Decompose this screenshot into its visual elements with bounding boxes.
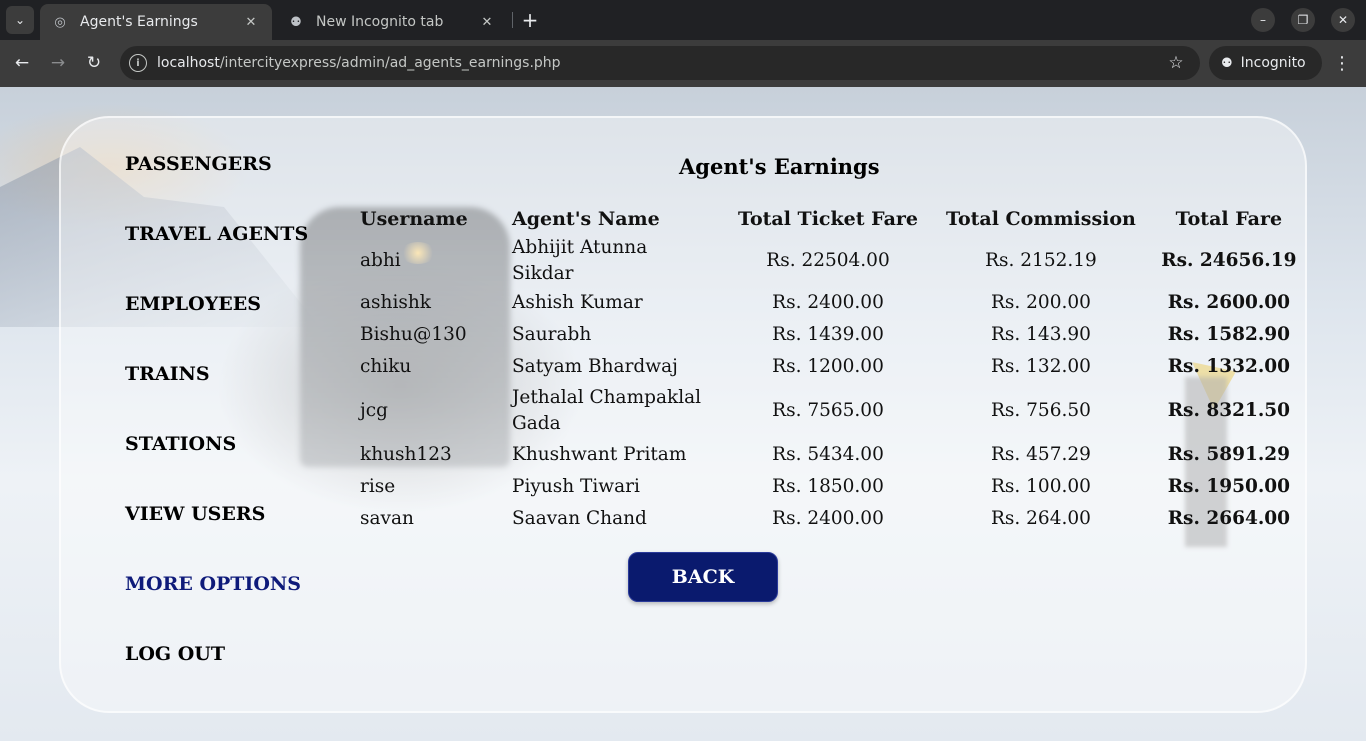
cell-total-ticket-fare: Rs. 1850.00 [772,476,884,497]
restore-icon[interactable]: ❐ [1291,8,1315,32]
table-row: savan Saavan Chand Rs. 2400.00 Rs. 264.0… [352,503,1314,535]
globe-icon: ◎ [54,14,66,30]
cell-total-commission: Rs. 100.00 [990,476,1091,497]
cell-total-fare: Rs. 5891.29 [1167,444,1291,465]
cell-total-commission: Rs. 2152.19 [985,250,1097,271]
cell-agent-name: Saurabh [512,324,592,345]
page-viewport: PASSENGERS TRAVEL AGENTS EMPLOYEES TRAIN… [0,87,1366,741]
cell-agent-name: Ashish Kumar [512,292,643,313]
nav-passengers[interactable]: PASSENGERS [125,153,272,175]
header-total-commission: Total Commission [946,208,1136,230]
table-row: ashishk Ashish Kumar Rs. 2400.00 Rs. 200… [352,287,1314,319]
tab-strip: ⌄ ◎ Agent's Earnings ✕ ⚉ New Incognito t… [0,0,1366,40]
url-text[interactable]: localhost/intercityexpress/admin/ad_agen… [157,55,1166,71]
cell-total-commission: Rs. 143.90 [990,324,1091,345]
nav-employees[interactable]: EMPLOYEES [125,293,261,315]
nav-view-users[interactable]: VIEW USERS [125,503,265,525]
cell-agent-name: Satyam Bhardwaj [512,356,678,377]
cell-total-commission: Rs. 132.00 [990,356,1091,377]
header-agent-name: Agent's Name [512,208,660,230]
minimize-icon[interactable]: – [1251,8,1275,32]
cell-username: rise [360,476,396,497]
cell-total-commission: Rs. 756.50 [990,400,1091,421]
table-row: jcg Jethalal Champaklal Gada Rs. 7565.00… [352,383,1314,439]
header-total-fare: Total Fare [1175,208,1283,230]
tab-title: Agent's Earnings [80,14,198,30]
url-host: localhost [157,55,220,71]
cell-agent-name: Saavan Chand [512,508,647,529]
close-tab-icon[interactable]: ✕ [242,13,260,31]
cell-total-commission: Rs. 264.00 [990,508,1091,529]
nav-stations[interactable]: STATIONS [125,433,236,455]
cell-username: chiku [360,356,412,377]
cell-total-ticket-fare: Rs. 22504.00 [766,250,890,271]
close-window-icon[interactable]: ✕ [1331,8,1355,32]
cell-total-ticket-fare: Rs. 2400.00 [772,292,884,313]
cell-agent-name: Khushwant Pritam [512,444,687,465]
incognito-icon: ⚉ [1221,55,1233,71]
cell-username: abhi [360,250,401,271]
cell-username: ashishk [360,292,431,313]
browser-toolbar: ← → ↻ i localhost/intercityexpress/admin… [0,40,1366,87]
cell-total-fare: Rs. 1582.90 [1167,324,1291,345]
cell-total-commission: Rs. 457.29 [990,444,1091,465]
table-row: chiku Satyam Bhardwaj Rs. 1200.00 Rs. 13… [352,351,1314,383]
cell-total-fare: Rs. 1332.00 [1167,356,1291,377]
incognito-label: Incognito [1240,55,1306,71]
nav-log-out[interactable]: LOG OUT [125,643,225,665]
cell-total-fare: Rs. 2664.00 [1167,508,1291,529]
cell-username: khush123 [360,444,452,465]
header-username: Username [360,208,468,230]
cell-total-fare: Rs. 8321.50 [1167,400,1291,421]
tab-divider [512,12,513,28]
address-bar[interactable]: i localhost/intercityexpress/admin/ad_ag… [120,46,1200,80]
cell-total-ticket-fare: Rs. 1439.00 [772,324,884,345]
cell-username: Bishu@130 [360,324,467,345]
incognito-badge[interactable]: ⚉ Incognito [1209,46,1322,80]
nav-trains[interactable]: TRAINS [125,363,210,385]
tab-title: New Incognito tab [316,14,444,30]
incognito-icon: ⚉ [290,14,302,30]
page-title: Agent's Earnings [679,154,880,179]
bookmark-star-icon[interactable]: ☆ [1166,53,1186,73]
cell-total-commission: Rs. 200.00 [990,292,1091,313]
header-total-ticket-fare: Total Ticket Fare [738,208,918,230]
table-row: Bishu@130 Saurabh Rs. 1439.00 Rs. 143.90… [352,319,1314,351]
cell-agent-name: Piyush Tiwari [512,476,640,497]
new-tab-plus-icon[interactable]: + [518,8,542,32]
table-row: abhi Abhijit Atunna Sikdar Rs. 22504.00 … [352,235,1314,287]
cell-total-fare: Rs. 2600.00 [1167,292,1291,313]
url-path: /intercityexpress/admin/ad_agents_earnin… [219,55,561,71]
tab-agents-earnings[interactable]: ◎ Agent's Earnings ✕ [40,4,272,40]
cell-total-ticket-fare: Rs. 2400.00 [772,508,884,529]
table-header-row: Username Agent's Name Total Ticket Fare … [352,203,1314,235]
browser-menu-icon[interactable]: ⋮ [1332,50,1352,76]
table-row: rise Piyush Tiwari Rs. 1850.00 Rs. 100.0… [352,471,1314,503]
nav-more-options[interactable]: MORE OPTIONS [125,573,301,595]
cell-total-ticket-fare: Rs. 5434.00 [772,444,884,465]
cell-total-fare: Rs. 24656.19 [1161,250,1297,271]
site-info-icon[interactable]: i [129,54,147,72]
nav-travel-agents[interactable]: TRAVEL AGENTS [125,223,308,245]
cell-total-fare: Rs. 1950.00 [1167,476,1291,497]
back-arrow-icon[interactable]: ← [9,50,35,76]
cell-total-ticket-fare: Rs. 1200.00 [772,356,884,377]
tab-new-incognito[interactable]: ⚉ New Incognito tab ✕ [276,4,508,40]
cell-username: savan [360,508,414,529]
cell-agent-name: Jethalal Champaklal Gada [512,387,702,434]
cell-username: jcg [360,400,388,421]
forward-arrow-icon[interactable]: → [45,50,71,76]
table-row: khush123 Khushwant Pritam Rs. 5434.00 Rs… [352,439,1314,471]
back-button[interactable]: BACK [628,552,778,602]
agent-earnings-table: Username Agent's Name Total Ticket Fare … [352,203,1314,535]
reload-icon[interactable]: ↻ [81,50,107,76]
cell-total-ticket-fare: Rs. 7565.00 [772,400,884,421]
cell-agent-name: Abhijit Atunna Sikdar [512,237,648,284]
close-tab-icon[interactable]: ✕ [478,13,496,31]
tab-search-chevron-icon[interactable]: ⌄ [6,6,34,34]
